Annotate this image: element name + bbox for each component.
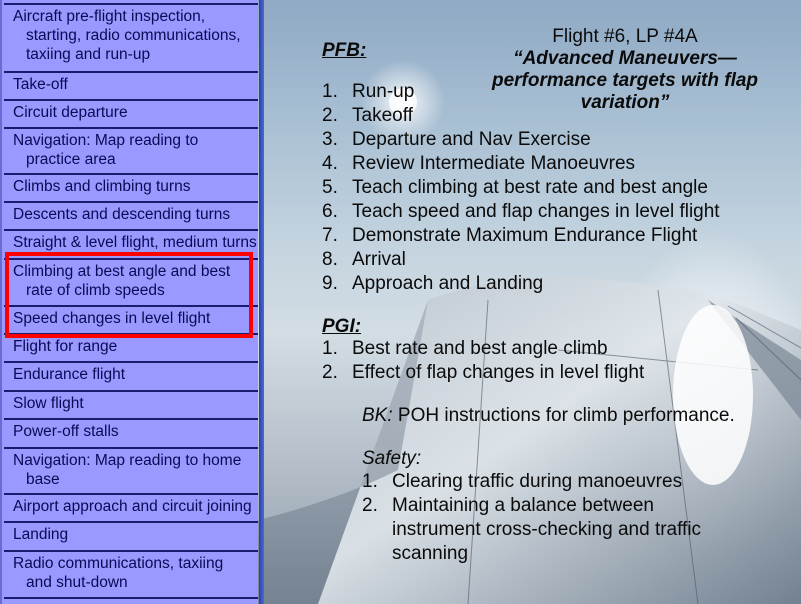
item-text: Clearing traffic during manoeuvres: [392, 471, 683, 492]
item-number: 7.: [322, 225, 338, 246]
pgi-heading: PGI:: [322, 316, 362, 337]
sidebar-item-label: Take-off: [13, 76, 68, 93]
item-text: Takeoff: [352, 105, 413, 126]
item-number: 2.: [322, 105, 338, 126]
item-number: 2.: [322, 362, 338, 383]
pgi-item: 1. Best rate and best angle climb: [322, 337, 644, 361]
sidebar-item-approach-circuit[interactable]: Airport approach and circuit joining: [4, 495, 258, 523]
bk-label: BK:: [362, 405, 393, 426]
sidebar-item-label-line3: taxiing and run-up: [26, 46, 151, 63]
pfb-heading: PFB:: [322, 40, 367, 61]
sidebar-item-label-line2: practice area: [26, 151, 116, 168]
pfb-item: 9. Approach and Landing: [322, 272, 720, 296]
pgi-item: 2. Effect of flap changes in level flight: [322, 361, 644, 385]
item-number: 3.: [322, 129, 338, 150]
sidebar-item-label-line2: starting, radio communications,: [26, 27, 241, 44]
lesson-title-line1: “Advanced Maneuvers—: [513, 48, 737, 69]
sidebar-item-landing[interactable]: Landing: [4, 523, 258, 552]
pfb-list: 1. Run-up 2. Takeoff 3. Departure and Nav E…: [322, 80, 720, 296]
pfb-item: 3. Departure and Nav Exercise: [322, 128, 720, 152]
sidebar-item-shutdown[interactable]: Radio communications, taxiing and shut-d…: [4, 552, 258, 599]
item-number: 6.: [322, 201, 338, 222]
sidebar-item-label: Slow flight: [13, 395, 84, 412]
pfb-item: 8. Arrival: [322, 248, 720, 272]
item-text: Arrival: [352, 249, 406, 270]
item-text: Best rate and best angle climb: [352, 338, 608, 359]
sidebar-item-endurance[interactable]: Endurance flight: [4, 363, 258, 392]
item-text: Teach climbing at best rate and best ang…: [352, 177, 708, 198]
pgi-list: 1. Best rate and best angle climb 2. Effec…: [322, 337, 644, 385]
pfb-item: 2. Takeoff: [322, 104, 720, 128]
item-text: Maintaining a balance between instrument…: [392, 495, 702, 564]
sidebar-item-label-line2: and shut-down: [26, 574, 128, 591]
flight-id: Flight #6, LP #4A: [552, 26, 698, 47]
item-text: Demonstrate Maximum Endurance Flight: [352, 225, 698, 246]
sidebar-item-label: Descents and descending turns: [13, 206, 231, 223]
bk-line: BK: POH instructions for climb performan…: [362, 405, 735, 427]
pfb-item: 4. Review Intermediate Manoeuvres: [322, 152, 720, 176]
item-number: 1.: [362, 471, 378, 492]
sidebar-item-descents[interactable]: Descents and descending turns: [4, 203, 258, 231]
lesson-sidebar: Aircraft pre-flight inspection, starting…: [0, 0, 264, 604]
item-number: 2.: [362, 495, 378, 516]
item-text: Run-up: [352, 81, 415, 102]
sidebar-item-slow-flight[interactable]: Slow flight: [4, 392, 258, 420]
sidebar-item-navigation-home[interactable]: Navigation: Map reading to home base: [4, 449, 258, 495]
item-text: Effect of flap changes in level flight: [352, 362, 645, 383]
item-number: 1.: [322, 81, 338, 102]
sidebar-item-takeoff[interactable]: Take-off: [4, 73, 258, 101]
item-text: Teach speed and flap changes in level fl…: [352, 201, 720, 222]
pfb-item: 5. Teach climbing at best rate and best a…: [322, 176, 720, 200]
sidebar-edge: [259, 0, 264, 604]
item-number: 9.: [322, 273, 338, 294]
safety-heading: Safety:: [362, 448, 422, 469]
sidebar-item-climbs[interactable]: Climbs and climbing turns: [4, 175, 258, 203]
item-number: 4.: [322, 153, 338, 174]
sidebar-item-label-line2: base: [26, 471, 60, 488]
pfb-item: 7. Demonstrate Maximum Endurance Flight: [322, 224, 720, 248]
sidebar-item-label: Climbs and climbing turns: [13, 178, 191, 195]
pfb-item: 1. Run-up: [322, 80, 720, 104]
item-text: Departure and Nav Exercise: [352, 129, 591, 150]
sidebar-item-label: Aircraft pre-flight inspection,: [13, 8, 206, 25]
sidebar-item-label: Landing: [13, 526, 69, 543]
sidebar-item-label: Navigation: Map reading to home: [13, 452, 242, 469]
safety-item: 1. Clearing traffic during manoeuvres: [362, 470, 732, 494]
sidebar-item-label: Radio communications, taxiing: [13, 555, 224, 572]
sidebar-item-label: Airport approach and circuit joining: [13, 498, 252, 515]
safety-list: 1. Clearing traffic during manoeuvres 2. M…: [362, 470, 732, 566]
sidebar-item-label: Flight for range: [13, 338, 118, 355]
item-text: Review Intermediate Manoeuvres: [352, 153, 636, 174]
item-number: 8.: [322, 249, 338, 270]
sidebar-item-label: Power-off stalls: [13, 423, 119, 440]
safety-item: 2. Maintaining a balance between instrume…: [362, 494, 732, 566]
item-number: 1.: [322, 338, 338, 359]
pfb-item: 6. Teach speed and flap changes in level …: [322, 200, 720, 224]
bk-text: POH instructions for climb performance.: [392, 405, 735, 426]
sidebar-item-navigation-practice[interactable]: Navigation: Map reading to practice area: [4, 129, 258, 175]
sidebar-item-label: Navigation: Map reading to: [13, 132, 199, 149]
sidebar-item-preflight[interactable]: Aircraft pre-flight inspection, starting…: [4, 5, 258, 73]
item-number: 5.: [322, 177, 338, 198]
sidebar-item-label: Endurance flight: [13, 366, 126, 383]
highlight-annotation-box: [5, 252, 253, 338]
sidebar-item-label: Circuit departure: [13, 104, 128, 121]
item-text: Approach and Landing: [352, 273, 544, 294]
sidebar-item-label: Straight & level flight, medium turns: [13, 234, 257, 251]
sidebar-item-flight-for-range[interactable]: Flight for range: [4, 335, 258, 363]
sidebar-item-circuit-departure[interactable]: Circuit departure: [4, 101, 258, 129]
sidebar-item-power-off-stalls[interactable]: Power-off stalls: [4, 420, 258, 449]
